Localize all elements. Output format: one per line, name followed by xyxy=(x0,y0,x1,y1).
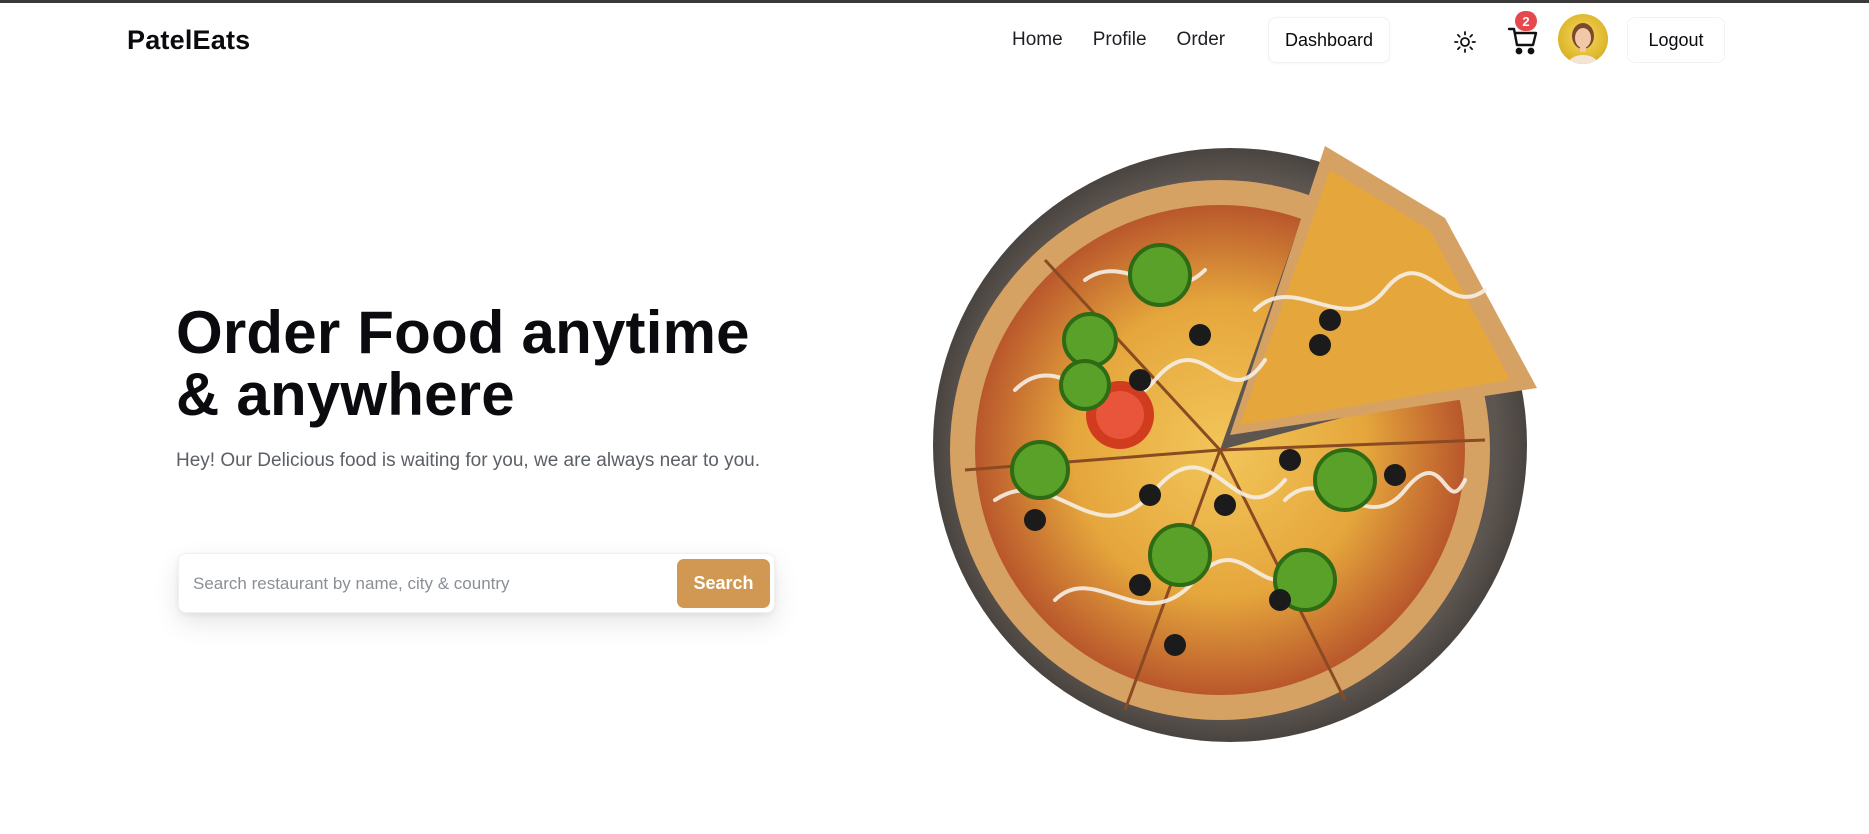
theme-toggle-button[interactable] xyxy=(1450,27,1480,57)
hero-subtitle: Hey! Our Delicious food is waiting for y… xyxy=(176,450,760,471)
nav-links: Home Profile Order xyxy=(1012,27,1225,53)
brand-logo[interactable]: PatelEats xyxy=(127,25,250,56)
logout-button[interactable]: Logout xyxy=(1627,17,1725,63)
sun-icon xyxy=(1454,31,1476,53)
search-input[interactable] xyxy=(193,568,673,600)
nav-link-order[interactable]: Order xyxy=(1177,27,1226,53)
cart-count-badge: 2 xyxy=(1515,11,1537,31)
avatar-image xyxy=(1568,23,1598,64)
navbar: PatelEats Home Profile Order Dashboard 2 xyxy=(0,3,1869,75)
pizza-image xyxy=(925,140,1545,760)
dashboard-button[interactable]: Dashboard xyxy=(1268,17,1390,63)
avatar[interactable] xyxy=(1558,14,1608,64)
nav-link-home[interactable]: Home xyxy=(1012,27,1063,53)
nav-link-profile[interactable]: Profile xyxy=(1093,27,1147,53)
hero-title-line-2: & anywhere xyxy=(176,361,515,428)
hero-title: Order Food anytime & anywhere xyxy=(176,302,816,426)
search-button[interactable]: Search xyxy=(677,559,770,608)
search-bar: Search xyxy=(178,553,775,613)
hero-title-line-1: Order Food anytime xyxy=(176,299,750,366)
